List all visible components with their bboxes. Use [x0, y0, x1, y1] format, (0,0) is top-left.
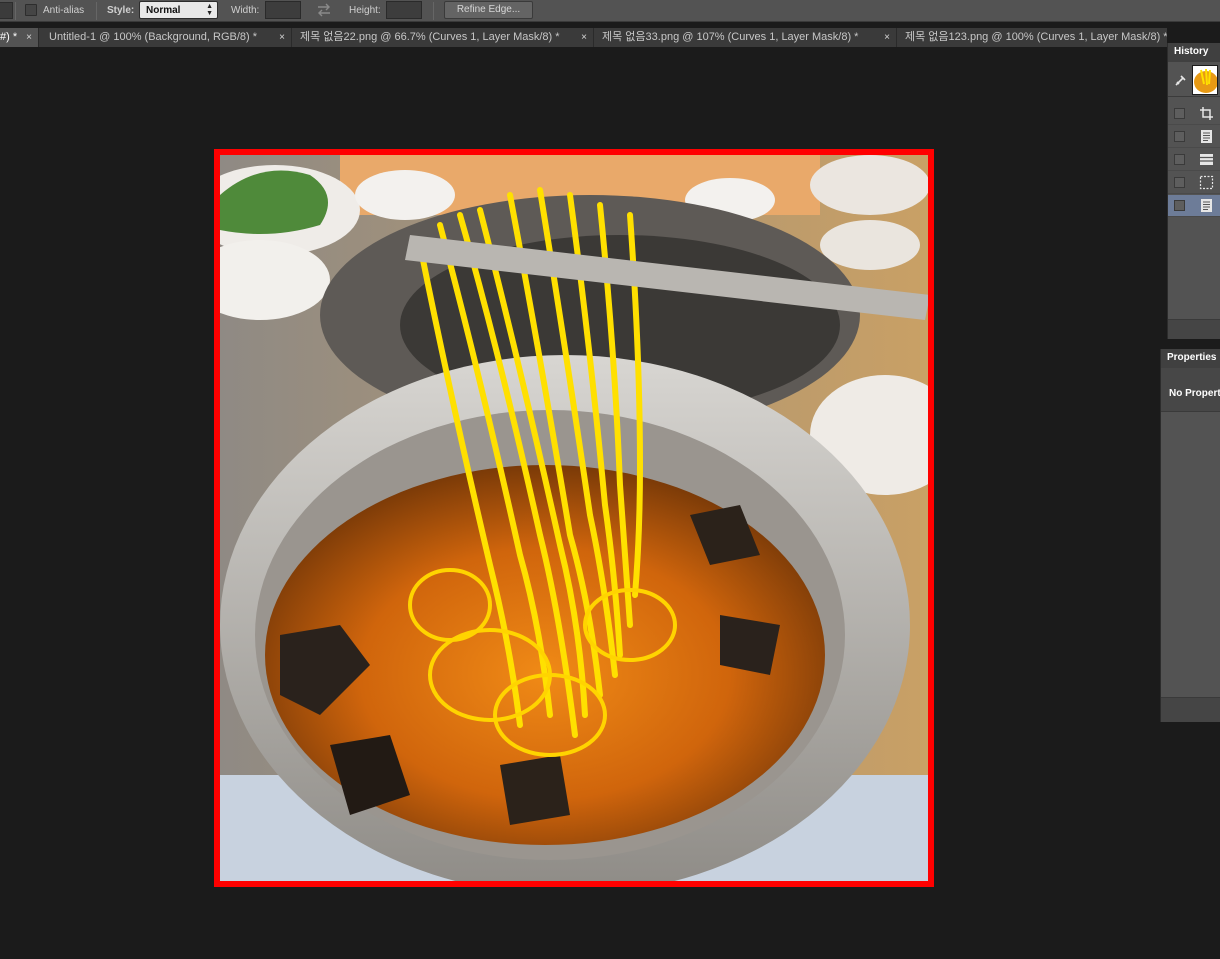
doc-tab-label: Untitled-1 @ 100% (Background, RGB/8) *	[49, 31, 258, 43]
snapshot-thumbnail-image	[1193, 66, 1217, 94]
properties-panel-title: Properties	[1167, 352, 1217, 363]
history-panel-title: History	[1174, 46, 1209, 57]
history-step-checkbox[interactable]	[1174, 200, 1185, 211]
anti-alias-checkbox[interactable]	[25, 4, 37, 16]
history-step-layers[interactable]	[1168, 149, 1220, 171]
history-step-document-current[interactable]	[1168, 195, 1220, 217]
doc-tab-untitled-1[interactable]: Untitled-1 @ 100% (Background, RGB/8) * …	[41, 28, 292, 47]
no-properties-message: No Properties	[1169, 388, 1220, 399]
height-field[interactable]	[386, 1, 422, 19]
anti-alias-label: Anti-alias	[43, 5, 85, 16]
swap-icon[interactable]	[316, 3, 332, 17]
close-icon[interactable]: ×	[26, 28, 32, 47]
doc-tab-label: #) *	[0, 31, 18, 43]
history-snapshot[interactable]	[1168, 63, 1220, 97]
properties-panel-footer	[1161, 697, 1220, 722]
history-step-crop[interactable]	[1168, 103, 1220, 125]
doc-tab-image-33[interactable]: 제목 없음33.png @ 107% (Curves 1, Layer Mask…	[594, 28, 897, 47]
history-panel-footer	[1168, 319, 1220, 339]
noodle-soup-photo	[220, 155, 928, 881]
history-step-checkbox[interactable]	[1174, 131, 1185, 142]
history-panel-tab[interactable]: History	[1168, 43, 1220, 62]
marquee-icon	[1199, 175, 1214, 190]
doc-tab-label: 제목 없음123.png @ 100% (Curves 1, Layer Mas…	[905, 31, 1167, 43]
width-field[interactable]	[265, 1, 301, 19]
style-select[interactable]: Normal ▲ ▼	[139, 1, 218, 19]
document-icon	[1201, 130, 1212, 143]
properties-panel-tab[interactable]: Properties	[1161, 349, 1220, 368]
history-step-checkbox[interactable]	[1174, 108, 1185, 119]
crop-icon	[1200, 107, 1213, 120]
doc-tab-image-123[interactable]: 제목 없음123.png @ 100% (Curves 1, Layer Mas…	[897, 28, 1167, 47]
snapshot-thumbnail[interactable]	[1192, 65, 1218, 95]
layers-icon	[1200, 154, 1213, 165]
document-icon	[1201, 199, 1212, 212]
document-image-noodle-soup[interactable]	[214, 149, 934, 887]
options-separator	[433, 2, 434, 20]
doc-tab-label: 제목 없음33.png @ 107% (Curves 1, Layer Mask…	[602, 31, 859, 43]
style-label: Style:	[107, 5, 135, 16]
select-arrows-icon: ▲ ▼	[206, 3, 213, 17]
properties-panel: Properties No Properties	[1160, 349, 1220, 722]
height-label: Height:	[349, 5, 381, 16]
style-select-value: Normal	[146, 5, 181, 16]
options-separator	[96, 2, 97, 20]
properties-header: No Properties	[1161, 368, 1220, 412]
close-icon[interactable]: ×	[581, 28, 587, 47]
doc-tab-label: 제목 없음22.png @ 66.7% (Curves 1, Layer Mas…	[300, 31, 560, 43]
history-step-marquee[interactable]	[1168, 172, 1220, 194]
close-icon[interactable]: ×	[279, 28, 285, 47]
doc-tab-image-22[interactable]: 제목 없음22.png @ 66.7% (Curves 1, Layer Mas…	[292, 28, 594, 47]
history-step-document[interactable]	[1168, 126, 1220, 148]
history-step-checkbox[interactable]	[1174, 177, 1185, 188]
document-tab-bar: #) * × Untitled-1 @ 100% (Background, RG…	[0, 28, 1167, 47]
history-brush-icon[interactable]	[1174, 73, 1188, 87]
refine-edge-button[interactable]: Refine Edge...	[444, 1, 533, 19]
tool-preset-picker[interactable]	[0, 2, 13, 19]
history-step-checkbox[interactable]	[1174, 154, 1185, 165]
doc-tab-current[interactable]: #) * ×	[0, 28, 39, 47]
history-panel: History	[1167, 43, 1220, 339]
close-icon[interactable]: ×	[884, 28, 890, 47]
options-separator	[15, 2, 16, 20]
options-bar: Anti-alias Style: Normal ▲ ▼ Width: Heigh…	[0, 0, 1220, 22]
width-label: Width:	[231, 5, 260, 16]
